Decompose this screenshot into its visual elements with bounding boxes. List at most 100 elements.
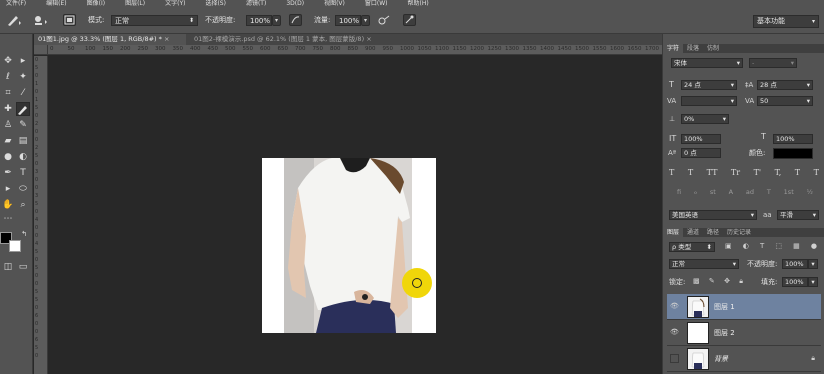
shape-filter-icon[interactable]: ⬚ — [775, 242, 782, 252]
visibility-off-icon[interactable] — [670, 354, 679, 363]
tab-history[interactable]: 历史记录 — [723, 228, 755, 237]
strikethrough-button[interactable]: T — [814, 168, 819, 178]
layer-opacity-dropdown-icon[interactable]: ▾ — [808, 259, 818, 269]
pixel-filter-icon[interactable]: ▣ — [725, 242, 732, 252]
ligatures-button[interactable]: ﬁ — [677, 188, 681, 198]
menu-item-10[interactable]: 帮助(H) — [408, 1, 429, 7]
baseline-shift-input[interactable]: 0 点 — [681, 148, 721, 158]
font-family-select[interactable]: 宋体 ▾ — [671, 58, 743, 68]
workspace-select[interactable]: 基本功能 ▾ — [753, 15, 819, 28]
lock-transparent-icon[interactable]: ▩ — [693, 277, 700, 287]
pen-tool-icon[interactable]: ✒ — [1, 166, 15, 180]
tab-channels[interactable]: 通道 — [683, 228, 703, 237]
superscript-button[interactable]: T' — [754, 168, 762, 178]
flow-input[interactable]: 100% — [335, 15, 361, 26]
pressure-size-icon[interactable] — [403, 14, 416, 26]
brush-tool-preset-icon[interactable] — [6, 13, 22, 27]
opacity-input[interactable]: 100% — [246, 15, 272, 26]
stylistic-alternates-button[interactable]: ad — [746, 188, 754, 198]
flow-dropdown-icon[interactable]: ▾ — [361, 15, 370, 26]
faux-bold-button[interactable]: T — [669, 168, 674, 178]
menu-item-8[interactable]: 视图(V) — [324, 1, 345, 7]
leading-select[interactable]: 28 点 ▾ — [757, 80, 813, 90]
font-size-select[interactable]: 24 点 ▾ — [681, 80, 737, 90]
fractions-button[interactable]: ½ — [807, 188, 813, 198]
text-color-swatch[interactable] — [773, 148, 813, 159]
document-image[interactable] — [262, 158, 436, 333]
eye-icon[interactable]: 👁︎ — [670, 302, 679, 311]
magic-wand-tool-icon[interactable]: ✦ — [16, 70, 30, 84]
tab-paragraph[interactable]: 段落 — [683, 44, 703, 53]
lock-pixels-icon[interactable]: ✎ — [709, 277, 715, 287]
path-selection-tool-icon[interactable]: ▸ — [1, 182, 15, 196]
font-style-select[interactable]: - ▾ — [749, 58, 797, 68]
menu-item-6[interactable]: 滤镜(T) — [246, 1, 266, 7]
type-filter-icon[interactable]: T — [760, 242, 764, 252]
layer-name-1[interactable]: 图层 1 — [714, 294, 735, 320]
menu-item-5[interactable]: 选择(S) — [205, 1, 226, 7]
layer-row-background[interactable]: 背景 🔒︎ — [667, 346, 821, 372]
contextual-alternates-button[interactable]: ℴ — [694, 188, 697, 198]
ruler-origin[interactable] — [34, 45, 48, 55]
zoom-tool-icon[interactable]: ⌕ — [16, 198, 30, 212]
swap-colors-icon[interactable]: ↰ — [17, 227, 31, 241]
background-color-swatch[interactable] — [9, 240, 21, 252]
swash-button[interactable]: A — [729, 188, 733, 198]
underline-button[interactable]: T — [795, 168, 800, 178]
pressure-opacity-icon[interactable] — [289, 14, 302, 26]
quick-mask-icon[interactable]: ◫ — [1, 260, 15, 274]
fill-dropdown-icon[interactable]: ▾ — [808, 277, 818, 287]
tab-clone[interactable]: 仿制 — [703, 44, 723, 53]
type-tool-icon[interactable]: T — [16, 166, 30, 180]
brush-size-icon[interactable] — [33, 13, 51, 27]
language-select[interactable]: 美国英语 ▾ — [669, 210, 757, 220]
baseline-scale-select[interactable]: 0% ▾ — [681, 114, 729, 124]
blend-mode-select[interactable]: 正常 ▾ — [669, 259, 739, 269]
crop-tool-icon[interactable]: ⌗ — [1, 86, 15, 100]
screen-mode-icon[interactable]: ▭ — [16, 260, 30, 274]
move-tool-icon[interactable]: ✥ — [1, 54, 15, 68]
tab-character[interactable]: 字符 — [663, 44, 684, 53]
titling-alternates-button[interactable]: T — [767, 188, 771, 198]
menu-item-3[interactable]: 图层(L) — [125, 1, 145, 7]
vertical-scale-input[interactable]: 100% — [681, 134, 721, 144]
horizontal-ruler[interactable]: 0 50 100 150 200 250 300 350 400 450 500 550 600 650 7… — [48, 45, 662, 55]
subscript-button[interactable]: T, — [775, 168, 782, 178]
discretionary-ligatures-button[interactable]: st — [710, 188, 716, 198]
anti-alias-select[interactable]: 平滑 ▾ — [777, 210, 819, 220]
layer-row-2[interactable]: 👁︎ 图层 2 — [667, 320, 821, 346]
menu-item-0[interactable]: 文件(F) — [6, 1, 26, 7]
lock-all-icon[interactable]: 🔒︎ — [739, 277, 743, 287]
eraser-tool-icon[interactable]: ▰ — [1, 134, 15, 148]
kerning-select[interactable]: ▾ — [681, 96, 737, 106]
lock-position-icon[interactable]: ✥ — [724, 277, 730, 287]
smart-filter-icon[interactable]: ▦ — [793, 242, 800, 252]
close-icon[interactable]: × — [164, 35, 169, 43]
tab-paths[interactable]: 路径 — [703, 228, 723, 237]
faux-italic-button[interactable]: T — [688, 168, 693, 178]
shape-tool-icon[interactable]: ⬭ — [16, 182, 30, 196]
move-arrow-tool-icon[interactable]: ▸ — [16, 54, 30, 68]
fill-input[interactable]: 100% — [782, 277, 808, 287]
adjustment-filter-icon[interactable]: ◐ — [743, 242, 749, 252]
lasso-tool-icon[interactable]: ℓ — [1, 70, 15, 84]
menu-item-2[interactable]: 图像(I) — [87, 1, 105, 7]
close-icon[interactable]: × — [366, 35, 371, 43]
filter-toggle-icon[interactable]: ● — [811, 242, 817, 252]
history-brush-tool-icon[interactable]: ✎ — [16, 118, 30, 132]
eye-icon[interactable]: 👁︎ — [670, 328, 679, 337]
layer-row-1[interactable]: 👁︎ 图层 1 — [667, 294, 821, 320]
tab-document-1[interactable]: 01图1.jpg @ 33.3% (图层 1, RGB/8#) * × — [34, 34, 186, 45]
tracking-select[interactable]: 50 ▾ — [757, 96, 813, 106]
layer-name-2[interactable]: 图层 2 — [714, 320, 735, 346]
tab-layers[interactable]: 图层 — [663, 228, 684, 237]
blur-tool-icon[interactable]: ● — [1, 150, 15, 164]
eyedropper-tool-icon[interactable]: ⁄ — [16, 86, 30, 100]
ordinals-button[interactable]: 1st — [784, 188, 794, 198]
layer-opacity-input[interactable]: 100% — [782, 259, 808, 269]
all-caps-button[interactable]: TT — [707, 168, 718, 178]
gradient-tool-icon[interactable]: ▤ — [16, 134, 30, 148]
menu-item-1[interactable]: 编辑(E) — [46, 1, 66, 7]
vertical-ruler[interactable]: 0 5 0 1 0 1 5 0 2 0 0 2 5 0 3 0 0 3 5 0 4 0 0 4 5 0 5 0 0 5 5 0 6 0 0 6 5 0 — [34, 56, 48, 374]
small-caps-button[interactable]: Tr — [731, 168, 740, 178]
